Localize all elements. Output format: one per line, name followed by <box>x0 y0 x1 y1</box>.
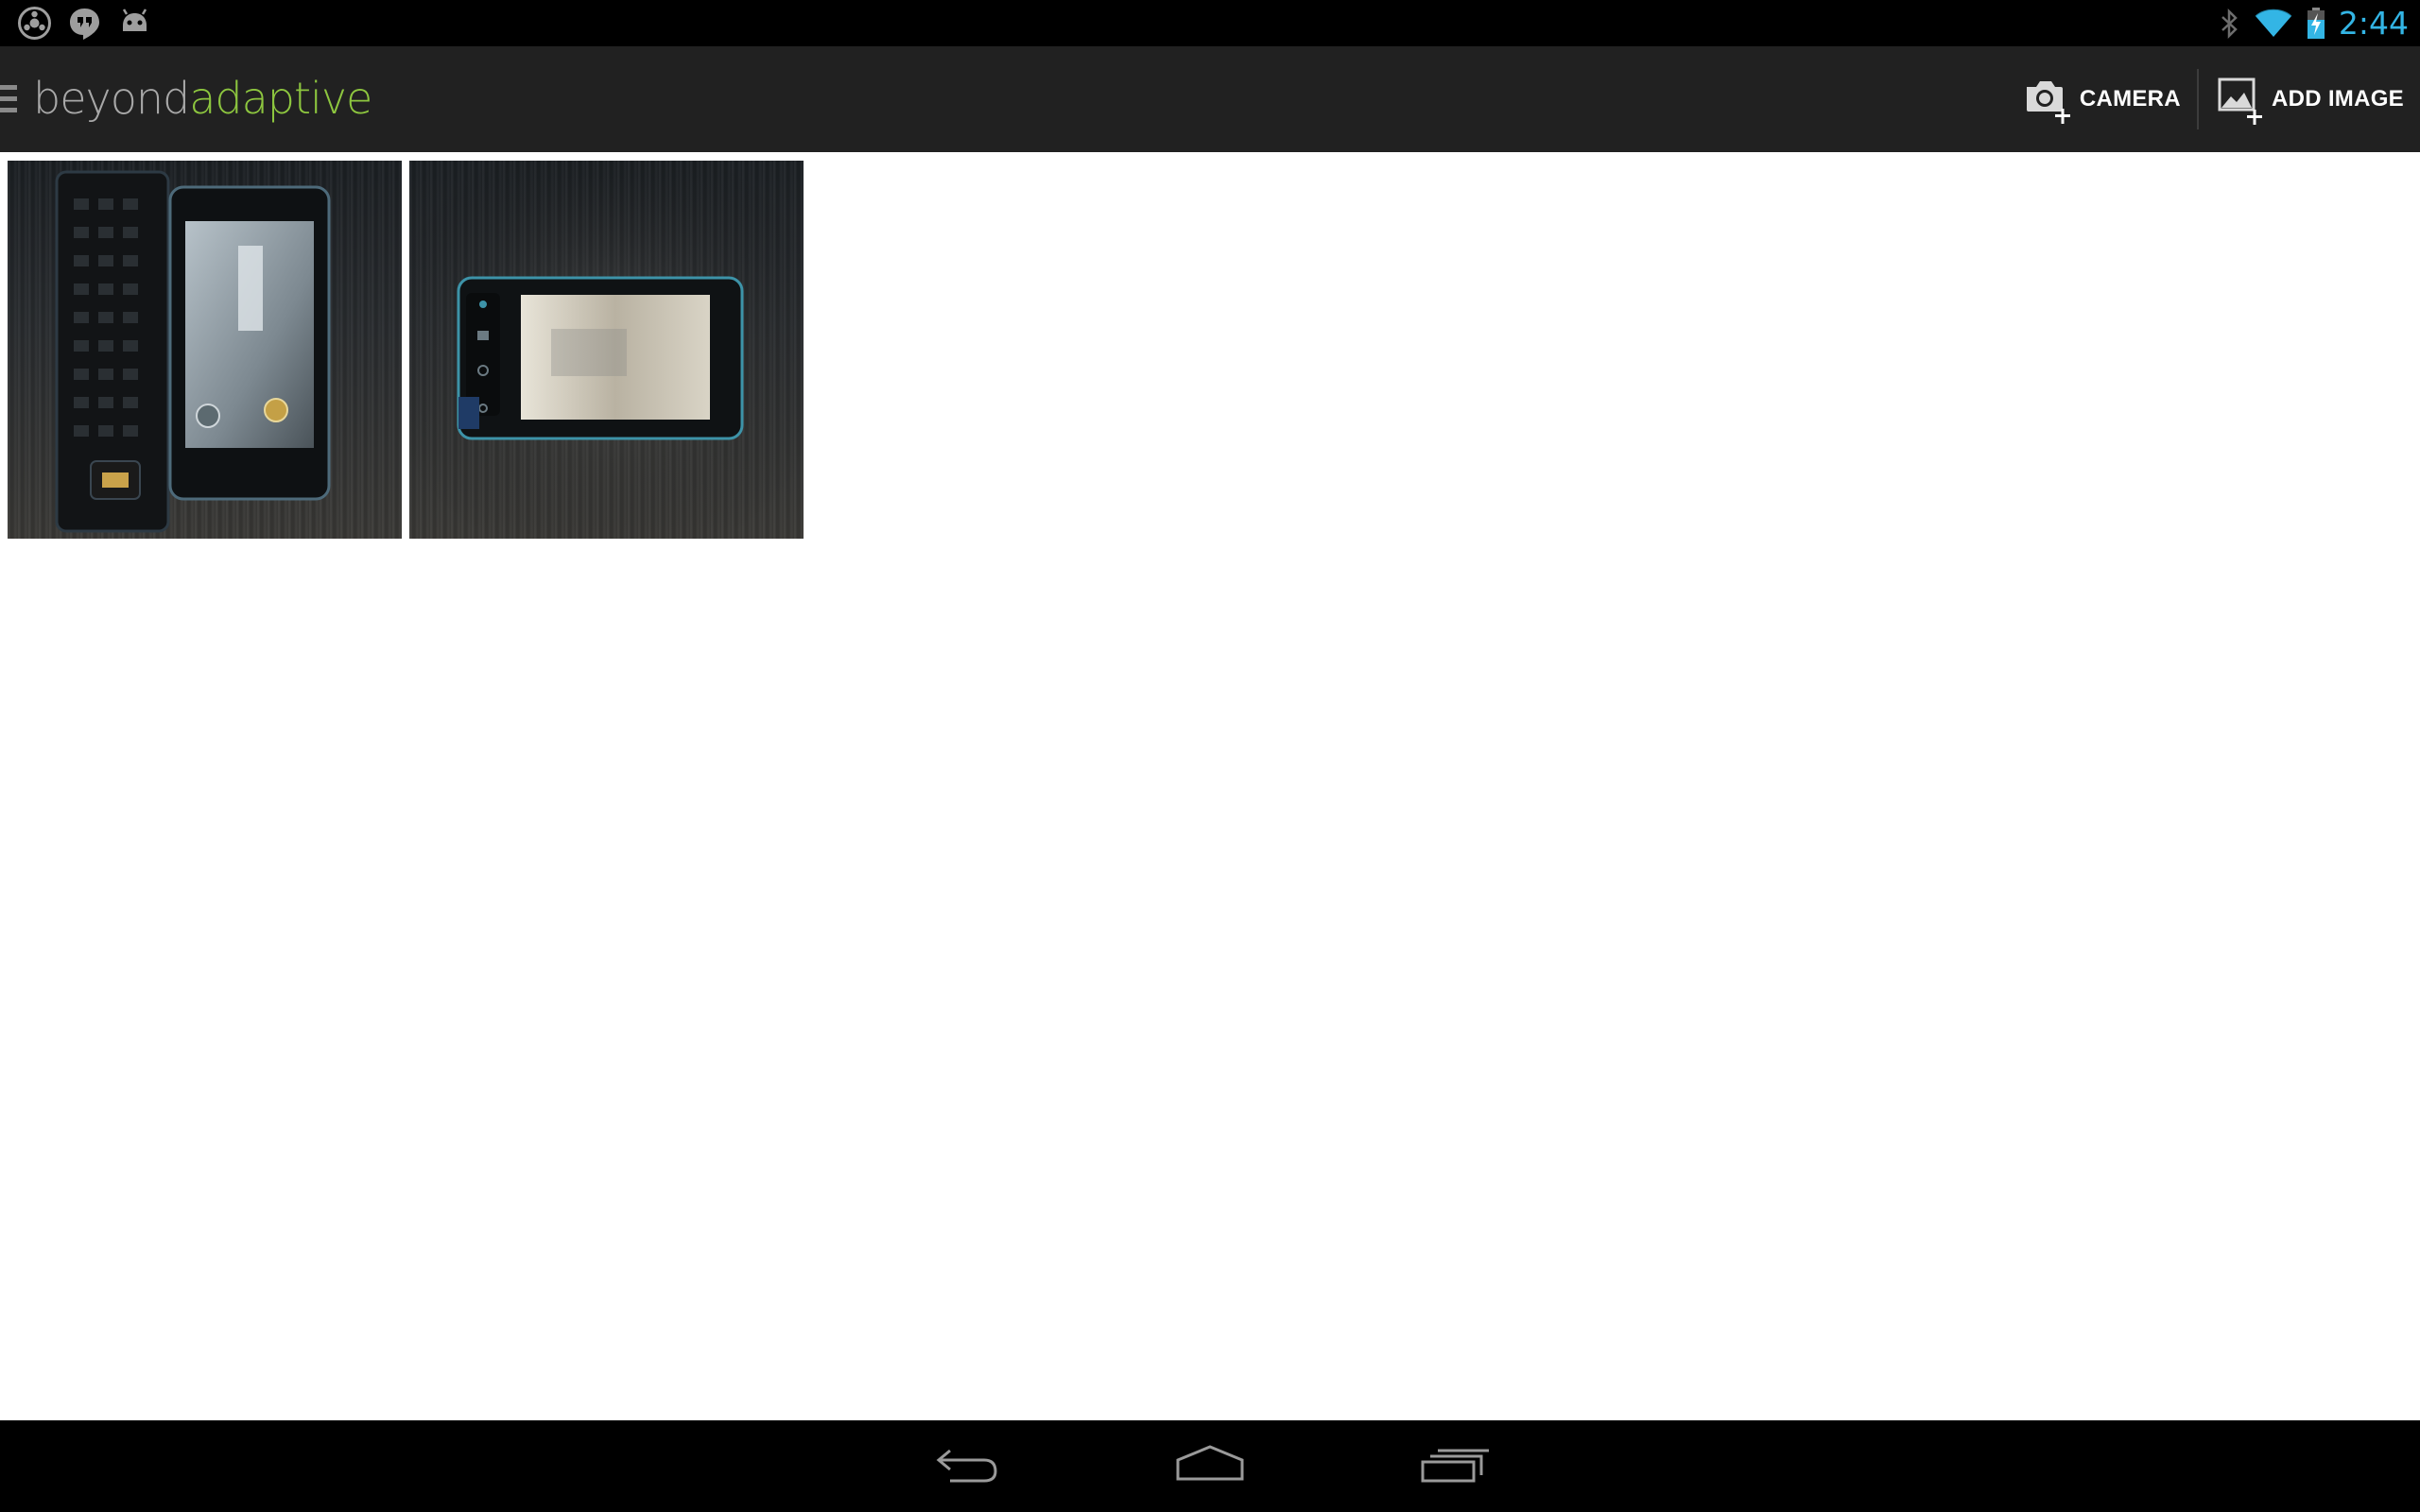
hangouts-icon <box>67 6 102 41</box>
battery-charging-icon <box>2307 7 2325 40</box>
camera-button[interactable]: CAMERA <box>2007 46 2197 152</box>
home-button[interactable] <box>1158 1439 1262 1496</box>
drawer-menu-icon[interactable] <box>0 85 17 113</box>
navigation-bar <box>0 1420 2420 1512</box>
phone-keyboard-open-photo <box>55 170 331 533</box>
back-button[interactable] <box>915 1439 1019 1496</box>
back-icon <box>936 1449 997 1483</box>
camera-button-label: CAMERA <box>2079 86 2181 112</box>
wifi-icon <box>2254 8 2293 40</box>
logo-text-adaptive: adaptive <box>189 73 372 124</box>
add-image-button-label: ADD IMAGE <box>2271 86 2404 112</box>
home-icon <box>1176 1445 1244 1481</box>
action-bar-actions: CAMERA ADD IMAGE <box>2007 46 2420 152</box>
image-add-icon <box>2215 74 2266 125</box>
add-image-button[interactable]: ADD IMAGE <box>2199 46 2420 152</box>
app-logo[interactable]: beyondadaptive <box>33 65 372 131</box>
action-bar: beyondadaptive CAMERA ADD IMAGE <box>0 46 2420 152</box>
phone-closed-photo <box>409 161 804 539</box>
status-clock: 2:44 <box>2338 5 2409 42</box>
status-bar: 2:44 <box>0 0 2420 46</box>
system-icons: 2:44 <box>2218 0 2409 46</box>
recent-apps-icon <box>1421 1449 1489 1483</box>
logo-text-beyond: beyond <box>33 73 190 124</box>
bluetooth-icon <box>2218 8 2240 40</box>
image-thumbnail[interactable] <box>8 161 402 539</box>
image-grid <box>8 161 804 539</box>
image-thumbnail[interactable] <box>409 161 804 539</box>
android-icon <box>117 6 152 41</box>
recent-apps-button[interactable] <box>1401 1439 1505 1496</box>
gallery-area <box>0 152 2420 1420</box>
notification-icons <box>17 6 152 41</box>
chrome-icon <box>17 6 52 41</box>
camera-add-icon <box>2023 74 2074 125</box>
